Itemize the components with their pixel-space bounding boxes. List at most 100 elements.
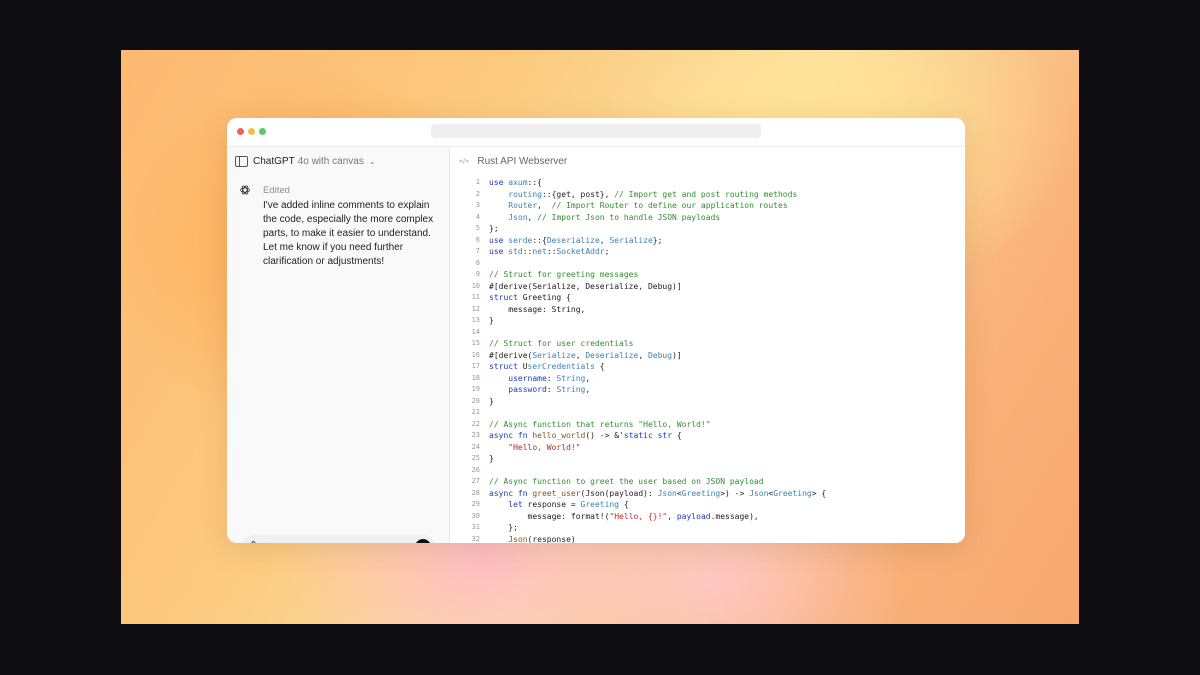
- code-line[interactable]: 25}: [450, 453, 965, 465]
- code-text: #[derive(Serialize, Deserialize, Debug)]: [489, 350, 682, 362]
- code-token: #[derive(Serialize, Deserialize, Debug)]: [489, 281, 682, 291]
- code-text: Router, // Import Router to define our a…: [489, 200, 788, 212]
- code-text: };: [489, 223, 499, 235]
- line-number: 8: [475, 258, 480, 267]
- code-token: greet_user: [532, 488, 581, 498]
- code-line[interactable]: 18 username: String,: [450, 373, 965, 385]
- code-text: // Struct for user credentials: [489, 338, 634, 350]
- code-area[interactable]: 1 use axum::{2 routing::{get, post}, // I…: [450, 177, 965, 543]
- code-text: };: [489, 522, 518, 534]
- code-line[interactable]: 8: [450, 258, 965, 270]
- code-token: // Import Router to define our applicati…: [551, 201, 788, 210]
- close-window-button[interactable]: [237, 128, 244, 135]
- chat-sidebar: ChatGPT 4o with canvas ⌄ Edited I've add…: [227, 147, 450, 543]
- code-token: }: [489, 396, 494, 406]
- code-line[interactable]: 5};: [450, 223, 965, 235]
- code-token: ,: [527, 212, 538, 222]
- code-token: // Async function that returns "Hello, W…: [489, 419, 711, 429]
- code-line[interactable]: 31 };: [450, 522, 965, 534]
- code-line[interactable]: 6 use serde::{Deserialize, Serialize};: [450, 235, 965, 247]
- code-line[interactable]: 32 Json(response): [450, 534, 965, 544]
- code-line[interactable]: 9 // Struct for greeting messages: [450, 269, 965, 281]
- code-text: let response = Greeting {: [489, 499, 629, 511]
- code-line[interactable]: 23 async fn hello_world() -> &'static str…: [450, 430, 965, 442]
- code-token: ::{: [527, 178, 542, 187]
- code-line[interactable]: 10 #[derive(Serialize, Deserialize, Debug…: [450, 281, 965, 293]
- code-line[interactable]: 3 Router, // Import Router to define our…: [450, 200, 965, 212]
- assistant-message: I've added inline comments to explain th…: [263, 200, 434, 267]
- line-number: 28: [471, 488, 480, 497]
- code-line[interactable]: 4 Json, // Import Json to handle JSON pa…: [450, 212, 965, 224]
- code-token: ::: [546, 247, 557, 256]
- line-number: 29: [471, 500, 480, 508]
- code-token: Greeting: [681, 488, 721, 498]
- line-number: 20: [471, 396, 480, 405]
- document-title[interactable]: Rust API Webserver: [477, 156, 567, 167]
- code-token: // Struct for user credentials: [489, 339, 634, 348]
- line-number: 11: [471, 293, 480, 301]
- code-token: Router: [508, 201, 538, 210]
- maximize-window-button[interactable]: [259, 128, 266, 135]
- code-token: use: [489, 247, 509, 256]
- code-text: username: String,: [489, 373, 590, 385]
- code-line[interactable]: 24 "Hello, World!": [450, 442, 965, 454]
- code-token: let: [489, 500, 528, 509]
- code-token: Greeting: [580, 500, 620, 509]
- code-line[interactable]: 12 message: String,: [450, 304, 965, 316]
- model-selector[interactable]: ChatGPT 4o with canvas ⌄: [235, 154, 376, 168]
- code-line[interactable]: 17 struct UserCredentials {: [450, 361, 965, 373]
- code-token: ,: [599, 235, 610, 245]
- code-text: use serde::{Deserialize, Serialize};: [489, 235, 662, 247]
- code-line[interactable]: 21: [450, 407, 965, 419]
- code-token: // Import Json to handle JSON payloads: [537, 212, 721, 222]
- code-line[interactable]: 29 let response = Greeting {: [450, 499, 965, 511]
- code-line[interactable]: 26: [450, 465, 965, 477]
- code-token: };: [489, 224, 499, 233]
- code-line[interactable]: 22 // Async function that returns "Hello,…: [450, 419, 965, 431]
- line-number: 3: [475, 201, 480, 209]
- attach-paperclip-icon[interactable]: [249, 540, 259, 543]
- code-token: serde: [508, 235, 533, 245]
- code-token: SocketAddr: [556, 247, 605, 256]
- code-token: struct: [489, 293, 523, 302]
- code-text: message: String,: [489, 304, 585, 316]
- code-token: String: [556, 385, 586, 394]
- code-line[interactable]: 15 // Struct for user credentials: [450, 338, 965, 350]
- code-line[interactable]: 14: [450, 327, 965, 339]
- code-token: };: [489, 523, 518, 532]
- code-token: response =: [527, 500, 581, 509]
- code-line[interactable]: 11 struct Greeting {: [450, 292, 965, 304]
- code-line[interactable]: 27 // Async function to greet the user ba…: [450, 476, 965, 488]
- code-token: // Struct for greeting messages: [489, 270, 639, 279]
- code-line[interactable]: 13}: [450, 315, 965, 327]
- canvas-editor: </> Rust API Webserver 1 use axum::{2 rou…: [450, 147, 965, 543]
- code-line[interactable]: 16 #[derive(Serialize, Deserialize, Debug…: [450, 350, 965, 362]
- code-line[interactable]: 7 use std::net::SocketAddr;: [450, 246, 965, 258]
- code-text: Json(response): [489, 534, 575, 544]
- code-text: struct Greeting {: [489, 292, 571, 304]
- code-token: use: [489, 235, 509, 245]
- minimize-window-button[interactable]: [248, 128, 255, 135]
- line-number: 26: [471, 465, 480, 474]
- code-token: {: [619, 500, 629, 509]
- message-input[interactable]: [265, 539, 405, 543]
- code-line[interactable]: 28 async fn greet_user(Json(payload): Jso…: [450, 488, 965, 500]
- line-number: 9: [475, 270, 480, 278]
- code-line[interactable]: 19 password: String,: [450, 384, 965, 396]
- line-number: 27: [471, 477, 480, 485]
- code-token: routing: [508, 189, 542, 199]
- line-number: 6: [475, 235, 480, 244]
- code-token: Json: [657, 488, 677, 498]
- code-line[interactable]: 30 message: format!("Hello, {}!", payloa…: [450, 511, 965, 523]
- document-header: </> Rust API Webserver: [459, 155, 567, 167]
- code-line[interactable]: 1 use axum::{: [450, 177, 965, 189]
- address-bar[interactable]: [431, 124, 761, 138]
- code-token: > {: [811, 488, 827, 498]
- line-number: 30: [471, 511, 480, 520]
- send-button[interactable]: [415, 539, 431, 543]
- sidebar-toggle-icon[interactable]: [235, 155, 248, 167]
- code-line[interactable]: 20}: [450, 396, 965, 408]
- code-line[interactable]: 2 routing::{get, post}, // Import get an…: [450, 189, 965, 201]
- code-token: #[derive(: [489, 350, 533, 360]
- code-text: // Struct for greeting messages: [489, 269, 638, 281]
